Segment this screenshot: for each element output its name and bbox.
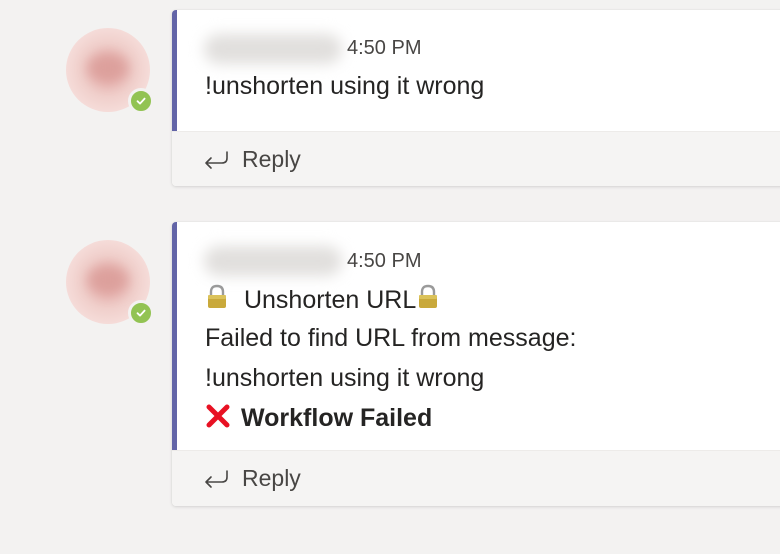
- reply-label: Reply: [242, 145, 301, 172]
- reply-button[interactable]: Reply: [202, 463, 301, 493]
- message-accent-bar: [172, 222, 177, 450]
- avatar-image: [88, 266, 128, 294]
- avatar[interactable]: [66, 28, 154, 114]
- message-timestamp: 4:50 PM: [347, 250, 422, 272]
- message-text: !unshorten using it wrong: [205, 364, 485, 392]
- lock-icon: [419, 284, 438, 308]
- reply-arrow-icon: [205, 151, 228, 169]
- reply-arrow-icon: [205, 470, 228, 488]
- presence-available-icon: [128, 300, 154, 326]
- lock-icon: [208, 284, 226, 308]
- message-timestamp: 4:50 PM: [347, 37, 422, 59]
- message-title: Unshorten URL: [205, 284, 440, 315]
- reply-button[interactable]: Reply: [202, 144, 301, 174]
- message-text: !unshorten using it wrong: [205, 72, 485, 100]
- workflow-status: Workflow Failed: [205, 403, 432, 433]
- author-name-redacted: [204, 246, 342, 276]
- cross-mark-icon: [206, 404, 230, 428]
- message-accent-bar: [172, 10, 177, 131]
- reply-bar: Reply: [172, 131, 780, 186]
- avatar[interactable]: [66, 240, 154, 326]
- presence-available-icon: [128, 88, 154, 114]
- reply-label: Reply: [242, 464, 301, 491]
- message-text: Failed to find URL from message:: [205, 324, 577, 352]
- message-card[interactable]: 4:50 PM Unshorten URL Failed to find URL…: [172, 222, 780, 506]
- message-card[interactable]: 4:50 PM !unshorten using it wrong Reply: [172, 10, 780, 186]
- reply-bar: Reply: [172, 450, 780, 506]
- message-title-text: Unshorten URL: [243, 286, 417, 314]
- avatar-image: [88, 54, 128, 82]
- workflow-status-text: Workflow Failed: [241, 404, 433, 432]
- author-name-redacted: [204, 34, 342, 64]
